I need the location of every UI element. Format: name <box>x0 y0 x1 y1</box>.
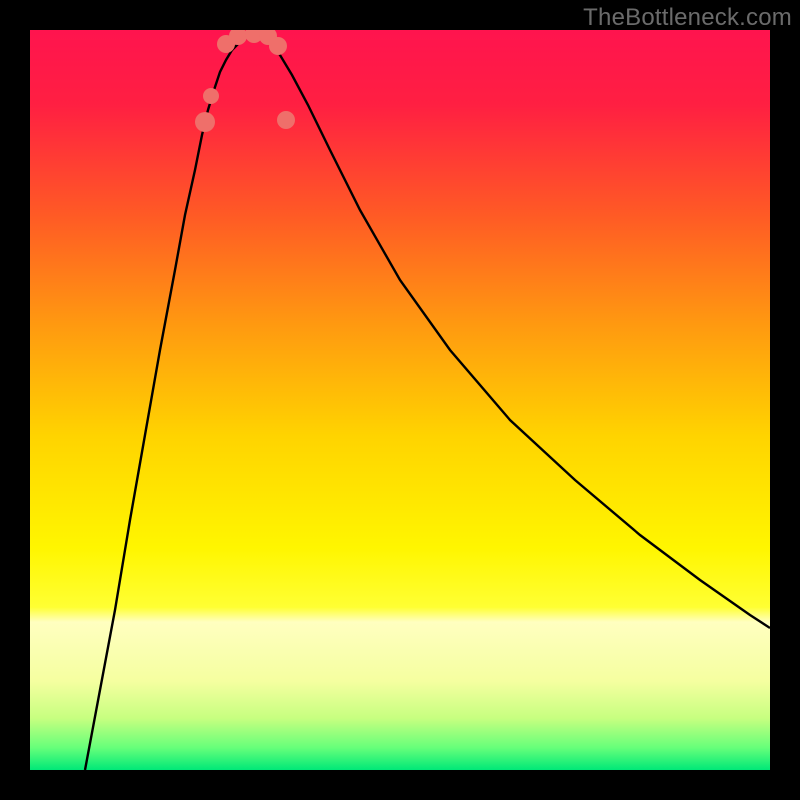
curve-marker <box>269 37 287 55</box>
bottleneck-chart <box>30 30 770 770</box>
chart-background <box>30 30 770 770</box>
curve-marker <box>277 111 295 129</box>
curve-marker <box>195 112 215 132</box>
curve-marker <box>203 88 219 104</box>
watermark-text: TheBottleneck.com <box>583 4 792 32</box>
